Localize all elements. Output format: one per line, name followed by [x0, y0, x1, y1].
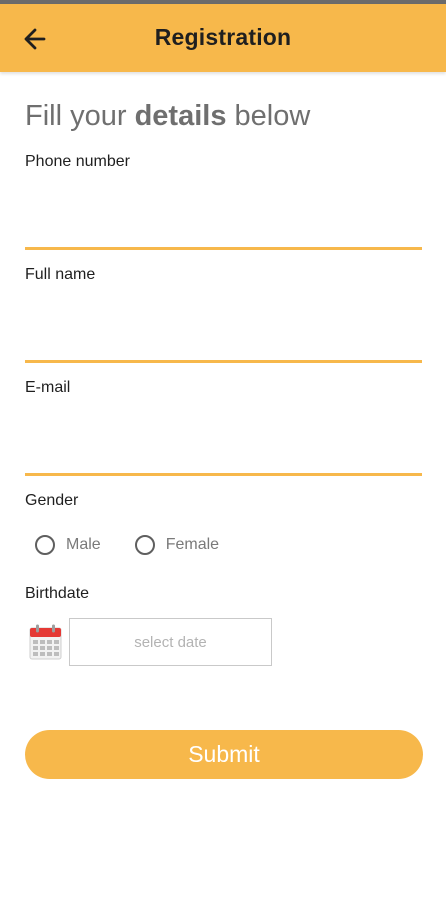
radio-female-circle[interactable]: [134, 535, 155, 555]
heading-text-start: Fill your: [25, 100, 135, 132]
phone-number-label: Phone number: [25, 153, 130, 170]
app-bar: Registration: [0, 4, 446, 72]
email-label: E-mail: [25, 379, 71, 396]
gender-option-female[interactable]: Female: [134, 535, 220, 555]
email-input[interactable]: [25, 437, 422, 476]
radio-female-label: Female: [165, 536, 220, 553]
submit-button[interactable]: Submit: [25, 730, 423, 779]
radio-male-label: Male: [66, 536, 101, 553]
phone-number-input[interactable]: [25, 211, 422, 250]
form-heading: Fill your details below: [25, 100, 310, 133]
full-name-input[interactable]: [25, 324, 422, 363]
calendar-icon[interactable]: [29, 624, 62, 660]
radio-male-circle[interactable]: [35, 535, 55, 555]
birthdate-placeholder: select date: [134, 633, 207, 651]
full-name-label: Full name: [25, 266, 96, 283]
birthdate-label: Birthdate: [25, 585, 90, 602]
heading-text-end: below: [226, 100, 311, 132]
gender-option-male[interactable]: Male: [35, 535, 101, 555]
submit-button-label: Submit: [188, 741, 260, 767]
page-title: Registration: [154, 24, 292, 50]
gender-label: Gender: [25, 492, 79, 509]
heading-text-bold: details: [134, 100, 227, 132]
birthdate-picker[interactable]: select date: [69, 618, 272, 666]
gender-radio-group: Male Female: [35, 535, 253, 555]
